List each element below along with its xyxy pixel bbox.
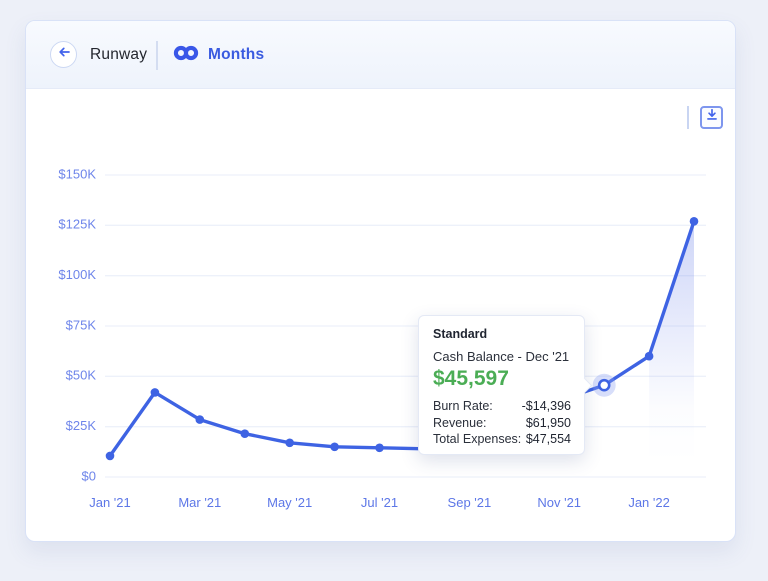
tooltip-row-revenue: Revenue: $61,950 xyxy=(433,415,571,432)
tooltip-row-label: Revenue: xyxy=(433,415,487,432)
view-toggle-label: Months xyxy=(208,46,264,64)
tooltip-row-value: $47,554 xyxy=(526,431,571,448)
tooltip-row-burn-rate: Burn Rate: -$14,396 xyxy=(433,398,571,415)
download-icon xyxy=(703,106,721,129)
page-title: Runway xyxy=(90,21,147,89)
tooltip-row-label: Total Expenses: xyxy=(433,431,521,448)
tooltip-metric-label: Cash Balance - Dec '21 xyxy=(433,349,571,364)
download-button[interactable] xyxy=(700,106,723,129)
tooltip-primary-value: $45,597 xyxy=(433,367,571,391)
chart-tooltip: Standard Cash Balance - Dec '21 $45,597 … xyxy=(418,315,585,455)
left-arrow-icon xyxy=(56,44,72,65)
view-toggle-months[interactable]: Months xyxy=(172,21,264,89)
tooltip-row-total-expenses: Total Expenses: $47,554 xyxy=(433,431,571,448)
tooltip-row-value: $61,950 xyxy=(526,415,571,432)
back-button[interactable] xyxy=(50,41,77,68)
tooltip-row-label: Burn Rate: xyxy=(433,398,493,415)
header-divider xyxy=(156,41,158,70)
page: Runway Months $0$25K$50K$75K$100K$125K$1… xyxy=(0,0,768,581)
card-header: Runway Months xyxy=(26,21,735,89)
tooltip-row-value: -$14,396 xyxy=(522,398,571,415)
tooltip-plan-name: Standard xyxy=(433,327,571,341)
toolbar-divider xyxy=(687,106,689,129)
runway-chart-card: Runway Months xyxy=(25,20,736,542)
infinity-icon xyxy=(172,44,200,67)
